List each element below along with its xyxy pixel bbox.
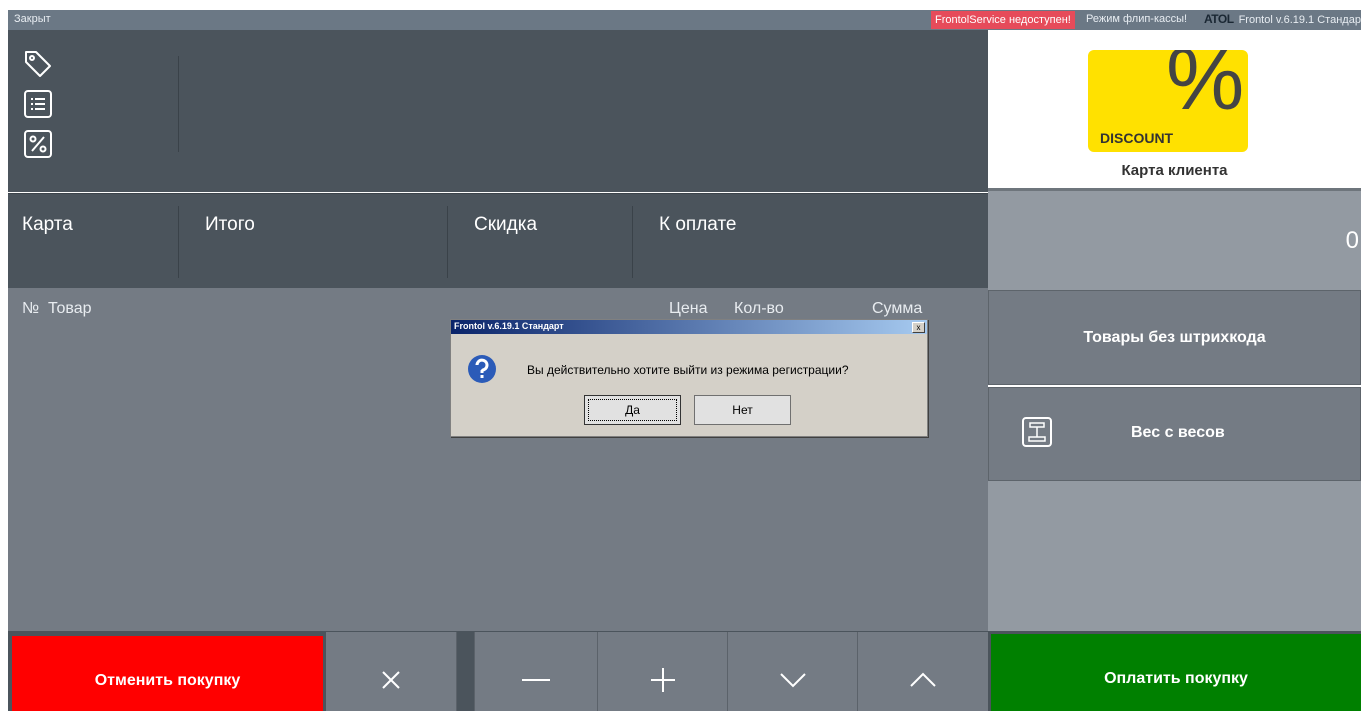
goods-panel [8, 30, 988, 192]
tag-icon[interactable] [22, 48, 54, 80]
question-icon [468, 355, 496, 383]
cancel-purchase-button[interactable]: Отменить покупку [12, 636, 323, 711]
divider [632, 206, 633, 278]
card-total-label: Карта [22, 214, 73, 235]
plus-icon [650, 668, 675, 692]
app-brand: ATOL Frontol v.6.19.1 Стандар [1204, 12, 1361, 26]
pay-purchase-button[interactable]: Оплатить покупку [991, 634, 1361, 711]
minus-icon [522, 679, 550, 681]
column-header-sum: Сумма [872, 300, 923, 317]
percent-glyph: % [1166, 50, 1245, 128]
discount-text: DISCOUNT [1100, 130, 1174, 146]
weight-from-scale-label: Вес с весов [1131, 424, 1225, 441]
dialog-message: Вы действительно хотите выйти из режима … [527, 363, 849, 377]
delete-item-button[interactable] [326, 632, 456, 711]
dialog-title-bar[interactable]: Frontol v.6.19.1 Стандарт x [451, 320, 927, 334]
app-version: Frontol v.6.19.1 Стандар [1238, 14, 1361, 26]
column-header-number: № [22, 300, 40, 317]
sum-display: 0 [988, 188, 1361, 291]
close-icon [382, 671, 400, 689]
flip-mode-label: Режим флип-кассы! [1086, 13, 1188, 25]
status-bar: Закрыт FrontolService недоступен! Режим … [8, 10, 1361, 30]
column-header-product: Товар [48, 300, 92, 317]
percent-icon[interactable] [22, 128, 54, 160]
pay-purchase-label: Оплатить покупку [1104, 670, 1248, 687]
decrease-quantity-button[interactable] [475, 632, 597, 711]
atol-logo: ATOL [1204, 12, 1234, 26]
scroll-up-button[interactable] [858, 632, 988, 711]
total-label: Итого [205, 214, 255, 235]
no-button[interactable]: Нет [694, 395, 791, 425]
weight-from-scale-button[interactable]: Вес с весов [988, 387, 1361, 481]
totals-panel: Карта Итого Скидка К оплате [8, 193, 988, 289]
column-header-price: Цена [669, 300, 708, 317]
no-barcode-goods-button[interactable]: Товары без штрихкода [988, 290, 1361, 385]
divider [456, 632, 457, 711]
confirm-dialog: Frontol v.6.19.1 Стандарт x Вы действите… [450, 319, 928, 437]
customer-card-button[interactable]: % DISCOUNT Карта клиента [988, 30, 1361, 188]
cancel-purchase-label: Отменить покупку [94, 672, 241, 689]
side-empty-panel [988, 481, 1361, 631]
chevron-up-icon [910, 672, 936, 687]
discount-card-image: % DISCOUNT [1088, 50, 1248, 152]
chevron-down-icon [779, 673, 806, 688]
scale-icon [1022, 417, 1052, 447]
sum-value: 0 [1345, 227, 1359, 254]
yes-button[interactable]: Да [584, 395, 681, 425]
customer-card-label: Карта клиента [1121, 162, 1228, 179]
dialog-close-button[interactable]: x [912, 322, 925, 333]
discount-label: Скидка [474, 214, 538, 235]
divider [447, 206, 448, 278]
shift-status: Закрыт [14, 13, 51, 25]
divider [178, 56, 179, 152]
divider [178, 206, 179, 278]
dialog-title: Frontol v.6.19.1 Стандарт [454, 321, 564, 331]
to-pay-label: К оплате [659, 214, 737, 235]
service-error-badge: FrontolService недоступен! [931, 11, 1075, 29]
scroll-down-button[interactable] [728, 632, 857, 711]
column-header-qty: Кол-во [734, 300, 784, 317]
increase-quantity-button[interactable] [598, 632, 727, 711]
no-barcode-goods-label: Товары без штрихкода [1083, 329, 1266, 346]
list-icon[interactable] [22, 88, 54, 120]
